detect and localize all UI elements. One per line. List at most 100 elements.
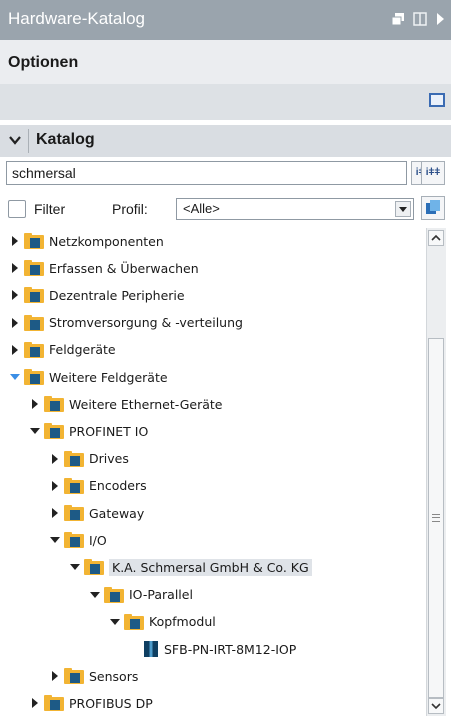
folder-icon bbox=[44, 695, 64, 712]
tree-item-label: Sensors bbox=[89, 668, 139, 684]
expand-arrow-icon[interactable] bbox=[8, 288, 22, 302]
tree-item[interactable]: I/O bbox=[48, 527, 107, 553]
chevron-down-icon bbox=[431, 703, 441, 710]
search-up-icon: iǂǂ bbox=[425, 167, 441, 178]
collapse-arrow-icon[interactable] bbox=[88, 588, 102, 602]
float-window-icon[interactable] bbox=[391, 12, 405, 26]
filter-row: Filter Profil: <Alle> bbox=[0, 195, 451, 223]
folder-icon bbox=[84, 559, 104, 576]
tree-item[interactable]: PROFINET IO bbox=[28, 418, 148, 444]
filter-settings-icon bbox=[426, 200, 440, 214]
collapse-panel-icon[interactable] bbox=[435, 12, 445, 26]
chevron-down-icon[interactable] bbox=[8, 133, 22, 147]
scroll-up-button[interactable] bbox=[428, 230, 444, 246]
folder-icon bbox=[24, 341, 44, 358]
leaf-spacer bbox=[128, 642, 142, 656]
tree-item-label: IO-Parallel bbox=[129, 587, 193, 603]
tree-item-label: I/O bbox=[89, 532, 107, 548]
catalog-title: Katalog bbox=[36, 131, 95, 148]
view-toggle-icon[interactable] bbox=[429, 93, 445, 107]
dropdown-arrow-icon[interactable] bbox=[395, 201, 411, 217]
tree-item[interactable]: Weitere Ethernet-Geräte bbox=[28, 391, 223, 417]
scroll-thumb[interactable] bbox=[428, 338, 444, 698]
split-view-icon[interactable] bbox=[413, 12, 427, 26]
folder-icon bbox=[24, 233, 44, 249]
expand-arrow-icon[interactable] bbox=[8, 316, 22, 330]
tree-item-label: Dezentrale Peripherie bbox=[49, 287, 185, 303]
expand-arrow-icon[interactable] bbox=[8, 261, 22, 275]
expand-arrow-icon[interactable] bbox=[8, 234, 22, 248]
tree-item[interactable]: Netzkomponenten bbox=[8, 228, 164, 254]
options-toolbar bbox=[0, 84, 451, 120]
tree-item[interactable]: Feldgeräte bbox=[8, 337, 116, 363]
tree-item[interactable]: Gateway bbox=[48, 500, 144, 526]
vertical-scrollbar[interactable] bbox=[426, 228, 446, 716]
folder-icon bbox=[24, 287, 44, 304]
search-up-button[interactable]: iǂǂ bbox=[421, 161, 445, 185]
folder-icon bbox=[24, 369, 44, 385]
folder-icon bbox=[44, 423, 64, 440]
tree-item[interactable]: Drives bbox=[48, 446, 129, 472]
tree-item-label: Stromversorgung & -verteilung bbox=[49, 315, 243, 331]
catalog-section-header[interactable]: Katalog bbox=[0, 125, 451, 157]
expand-arrow-icon[interactable] bbox=[48, 669, 62, 683]
folder-icon bbox=[64, 505, 84, 521]
tree-item-label: Kopfmodul bbox=[149, 614, 216, 630]
collapse-arrow-icon[interactable] bbox=[28, 424, 42, 438]
title-bar-controls bbox=[391, 12, 445, 26]
collapse-arrow-icon[interactable] bbox=[108, 615, 122, 629]
filter-label: Filter bbox=[34, 201, 66, 217]
tree-item[interactable]: Kopfmodul bbox=[108, 609, 216, 635]
tree-item-label: Weitere Ethernet-Geräte bbox=[69, 396, 223, 412]
tree-item-label: PROFINET IO bbox=[69, 423, 149, 439]
chevron-up-icon bbox=[431, 234, 441, 241]
options-section-header[interactable]: Optionen bbox=[0, 40, 451, 85]
folder-icon bbox=[64, 477, 84, 494]
header-divider bbox=[28, 129, 29, 153]
folder-icon bbox=[64, 532, 84, 549]
tree-item-label: K.A. Schmersal GmbH & Co. KG bbox=[109, 558, 312, 576]
collapse-arrow-icon[interactable] bbox=[48, 533, 62, 547]
folder-icon bbox=[64, 450, 84, 467]
tree-item[interactable]: Sensors bbox=[48, 663, 138, 689]
search-value: schmersal bbox=[12, 165, 76, 181]
expand-arrow-icon[interactable] bbox=[48, 479, 62, 493]
tree-item[interactable]: IO-Parallel bbox=[88, 582, 193, 608]
filter-settings-button[interactable] bbox=[421, 196, 445, 220]
collapse-arrow-icon[interactable] bbox=[68, 560, 82, 574]
profile-label: Profil: bbox=[112, 201, 148, 217]
tree-item[interactable]: Stromversorgung & -verteilung bbox=[8, 310, 243, 336]
profile-select[interactable]: <Alle> bbox=[176, 198, 414, 220]
tree-item[interactable]: K.A. Schmersal GmbH & Co. KG bbox=[68, 554, 312, 580]
expand-arrow-icon[interactable] bbox=[8, 343, 22, 357]
expand-arrow-icon[interactable] bbox=[28, 397, 42, 411]
tree-item[interactable]: Encoders bbox=[48, 473, 147, 499]
tree-item[interactable]: Erfassen & Überwachen bbox=[8, 255, 199, 281]
collapse-arrow-icon[interactable] bbox=[8, 370, 22, 384]
tree-item[interactable]: Dezentrale Peripherie bbox=[8, 282, 185, 308]
folder-icon bbox=[124, 613, 144, 630]
tree-item-label: Gateway bbox=[89, 505, 145, 521]
tree-item-label: Erfassen & Überwachen bbox=[49, 260, 199, 276]
catalog-search-input[interactable]: schmersal bbox=[6, 161, 407, 185]
expand-arrow-icon[interactable] bbox=[48, 506, 62, 520]
options-title: Optionen bbox=[8, 54, 79, 71]
scroll-grip-icon bbox=[432, 514, 440, 522]
folder-icon bbox=[24, 314, 44, 331]
tree-item[interactable]: Weitere Feldgeräte bbox=[8, 364, 168, 390]
window-title-bar: Hardware-Katalog bbox=[0, 0, 451, 40]
window-title: Hardware-Katalog bbox=[8, 9, 146, 28]
tree-item-label: Drives bbox=[89, 451, 129, 467]
folder-icon bbox=[44, 396, 64, 413]
expand-arrow-icon[interactable] bbox=[28, 696, 42, 710]
profile-value: <Alle> bbox=[183, 201, 220, 216]
tree-item-label: Feldgeräte bbox=[49, 342, 116, 358]
tree-item[interactable]: SFB-PN-IRT-8M12-IOP bbox=[128, 636, 296, 662]
device-icon bbox=[144, 641, 158, 657]
tree-item-label: Weitere Feldgeräte bbox=[49, 369, 168, 385]
scroll-down-button[interactable] bbox=[428, 698, 444, 714]
filter-checkbox[interactable] bbox=[8, 200, 26, 218]
folder-icon bbox=[64, 668, 84, 685]
expand-arrow-icon[interactable] bbox=[48, 452, 62, 466]
tree-item[interactable]: PROFIBUS DP bbox=[28, 690, 153, 716]
